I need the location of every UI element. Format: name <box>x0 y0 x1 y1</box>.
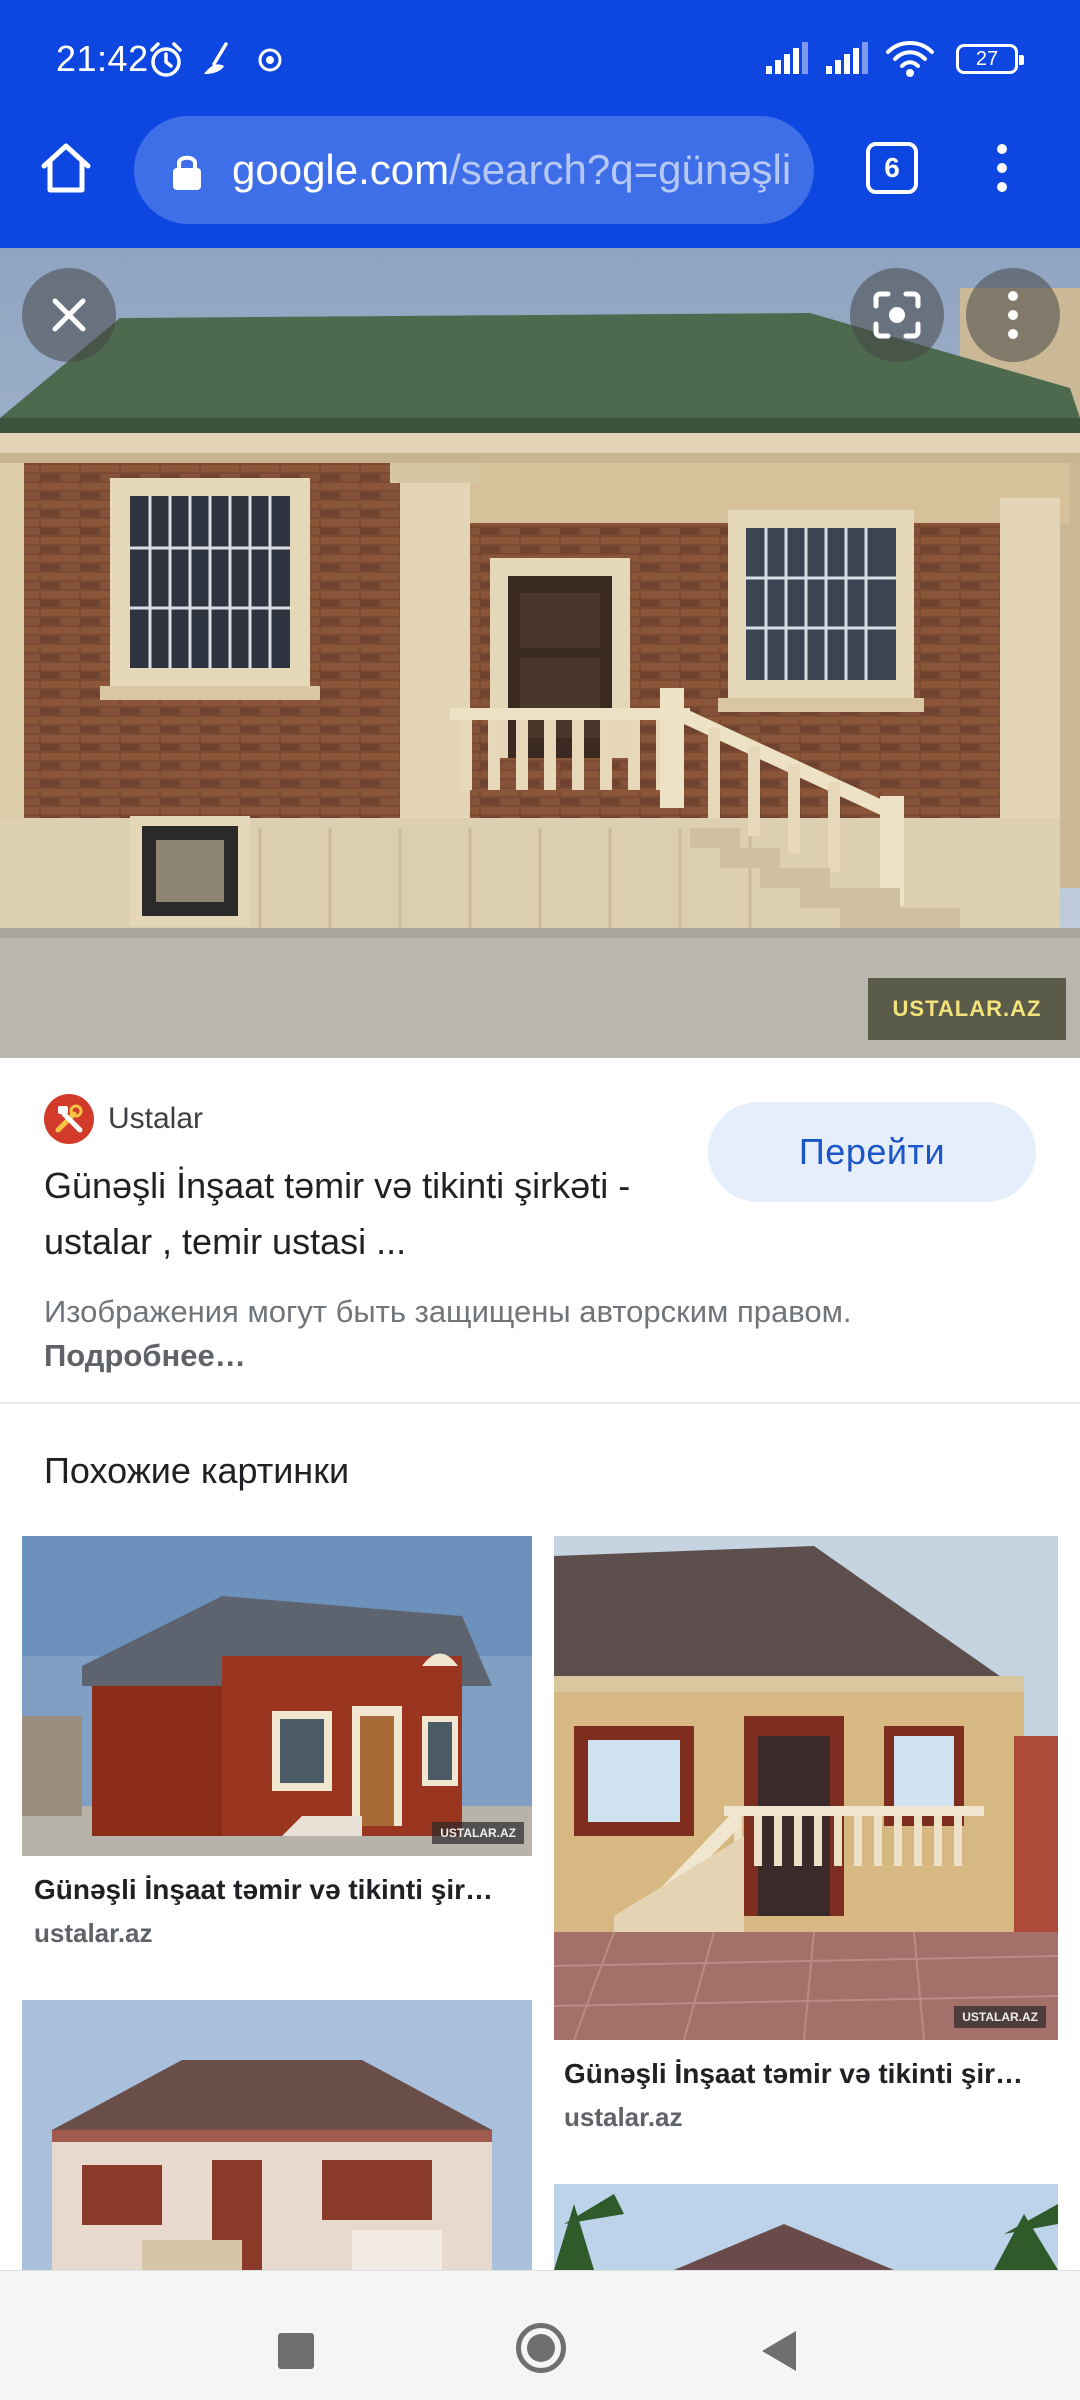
tab-switcher-button[interactable]: 6 <box>866 142 918 194</box>
house-photo <box>0 248 1080 1058</box>
house-thumbnail <box>22 1536 532 1856</box>
image-menu-button[interactable] <box>966 268 1060 362</box>
preview-image[interactable] <box>0 248 1080 1058</box>
wifi-icon <box>886 41 934 77</box>
browser-menu-button[interactable] <box>980 136 1024 200</box>
system-navigation-bar <box>0 2270 1080 2400</box>
close-icon <box>52 298 86 332</box>
thumbnail-watermark: USTALAR.AZ <box>432 1822 524 1844</box>
similar-image-3[interactable] <box>22 2000 532 2270</box>
similar-images-heading: Похожие картинки <box>44 1450 350 1491</box>
similar-image-1[interactable]: USTALAR.AZ <box>22 1536 532 1856</box>
similar-image-4[interactable] <box>554 2184 1058 2270</box>
url-text: google.com/search?q=günəşli <box>232 144 792 196</box>
url-host: google.com <box>232 146 450 193</box>
system-home-button[interactable] <box>516 2323 566 2373</box>
site-favicon-icon <box>44 1094 94 1144</box>
lock-icon <box>173 155 201 190</box>
similar-image-title[interactable]: Günəşli İnşaat təmir və tikinti şir… <box>34 1874 524 1906</box>
url-bar[interactable]: google.com/search?q=günəşli <box>134 116 814 224</box>
similar-image-2[interactable]: USTALAR.AZ <box>554 1536 1058 2040</box>
home-button[interactable] <box>34 136 98 200</box>
shortcut-icon <box>204 42 228 74</box>
source-name: Ustalar <box>108 1102 204 1135</box>
back-button[interactable] <box>762 2331 796 2371</box>
google-lens-button[interactable] <box>850 268 944 362</box>
copyright-notice: Изображения могут быть защищены авторски… <box>44 1290 1004 1378</box>
home-icon <box>41 143 91 193</box>
house-thumbnail <box>554 2184 1058 2270</box>
result-title[interactable]: Günəşli İnşaat təmir və tikinti şirkəti … <box>44 1158 684 1270</box>
vpn-icon <box>258 48 282 72</box>
close-button[interactable] <box>22 268 116 362</box>
lens-icon <box>873 291 921 339</box>
similar-image-domain: ustalar.az <box>34 1918 153 1948</box>
thumbnail-watermark: USTALAR.AZ <box>954 2006 1046 2028</box>
house-thumbnail <box>554 1536 1058 2040</box>
status-time: 21:42 <box>56 38 149 79</box>
similar-image-domain: ustalar.az <box>564 2102 683 2132</box>
signal-icon <box>826 42 868 74</box>
browser-chrome: 21:42 27 google.com/search?q=günəşli 6 <box>0 0 1080 248</box>
image-watermark: USTALAR.AZ <box>868 978 1066 1040</box>
tools-icon <box>55 1104 83 1133</box>
house-thumbnail <box>22 2000 532 2270</box>
copyright-text: Изображения могут быть защищены авторски… <box>44 1294 852 1329</box>
alarm-icon <box>150 42 182 77</box>
source-site[interactable]: Ustalar <box>44 1094 203 1144</box>
battery-icon: 27 <box>956 44 1024 74</box>
status-bar: 21:42 27 <box>0 0 1080 118</box>
divider <box>0 1402 1080 1404</box>
signal-icon <box>766 42 808 74</box>
similar-image-title[interactable]: Günəşli İnşaat təmir və tikinti şir… <box>564 2058 1054 2090</box>
learn-more-link[interactable]: Подробнее… <box>44 1338 246 1373</box>
url-path: /search?q=günəşli <box>449 146 792 193</box>
visit-button[interactable]: Перейти <box>708 1102 1036 1202</box>
recent-apps-button[interactable] <box>278 2333 314 2369</box>
